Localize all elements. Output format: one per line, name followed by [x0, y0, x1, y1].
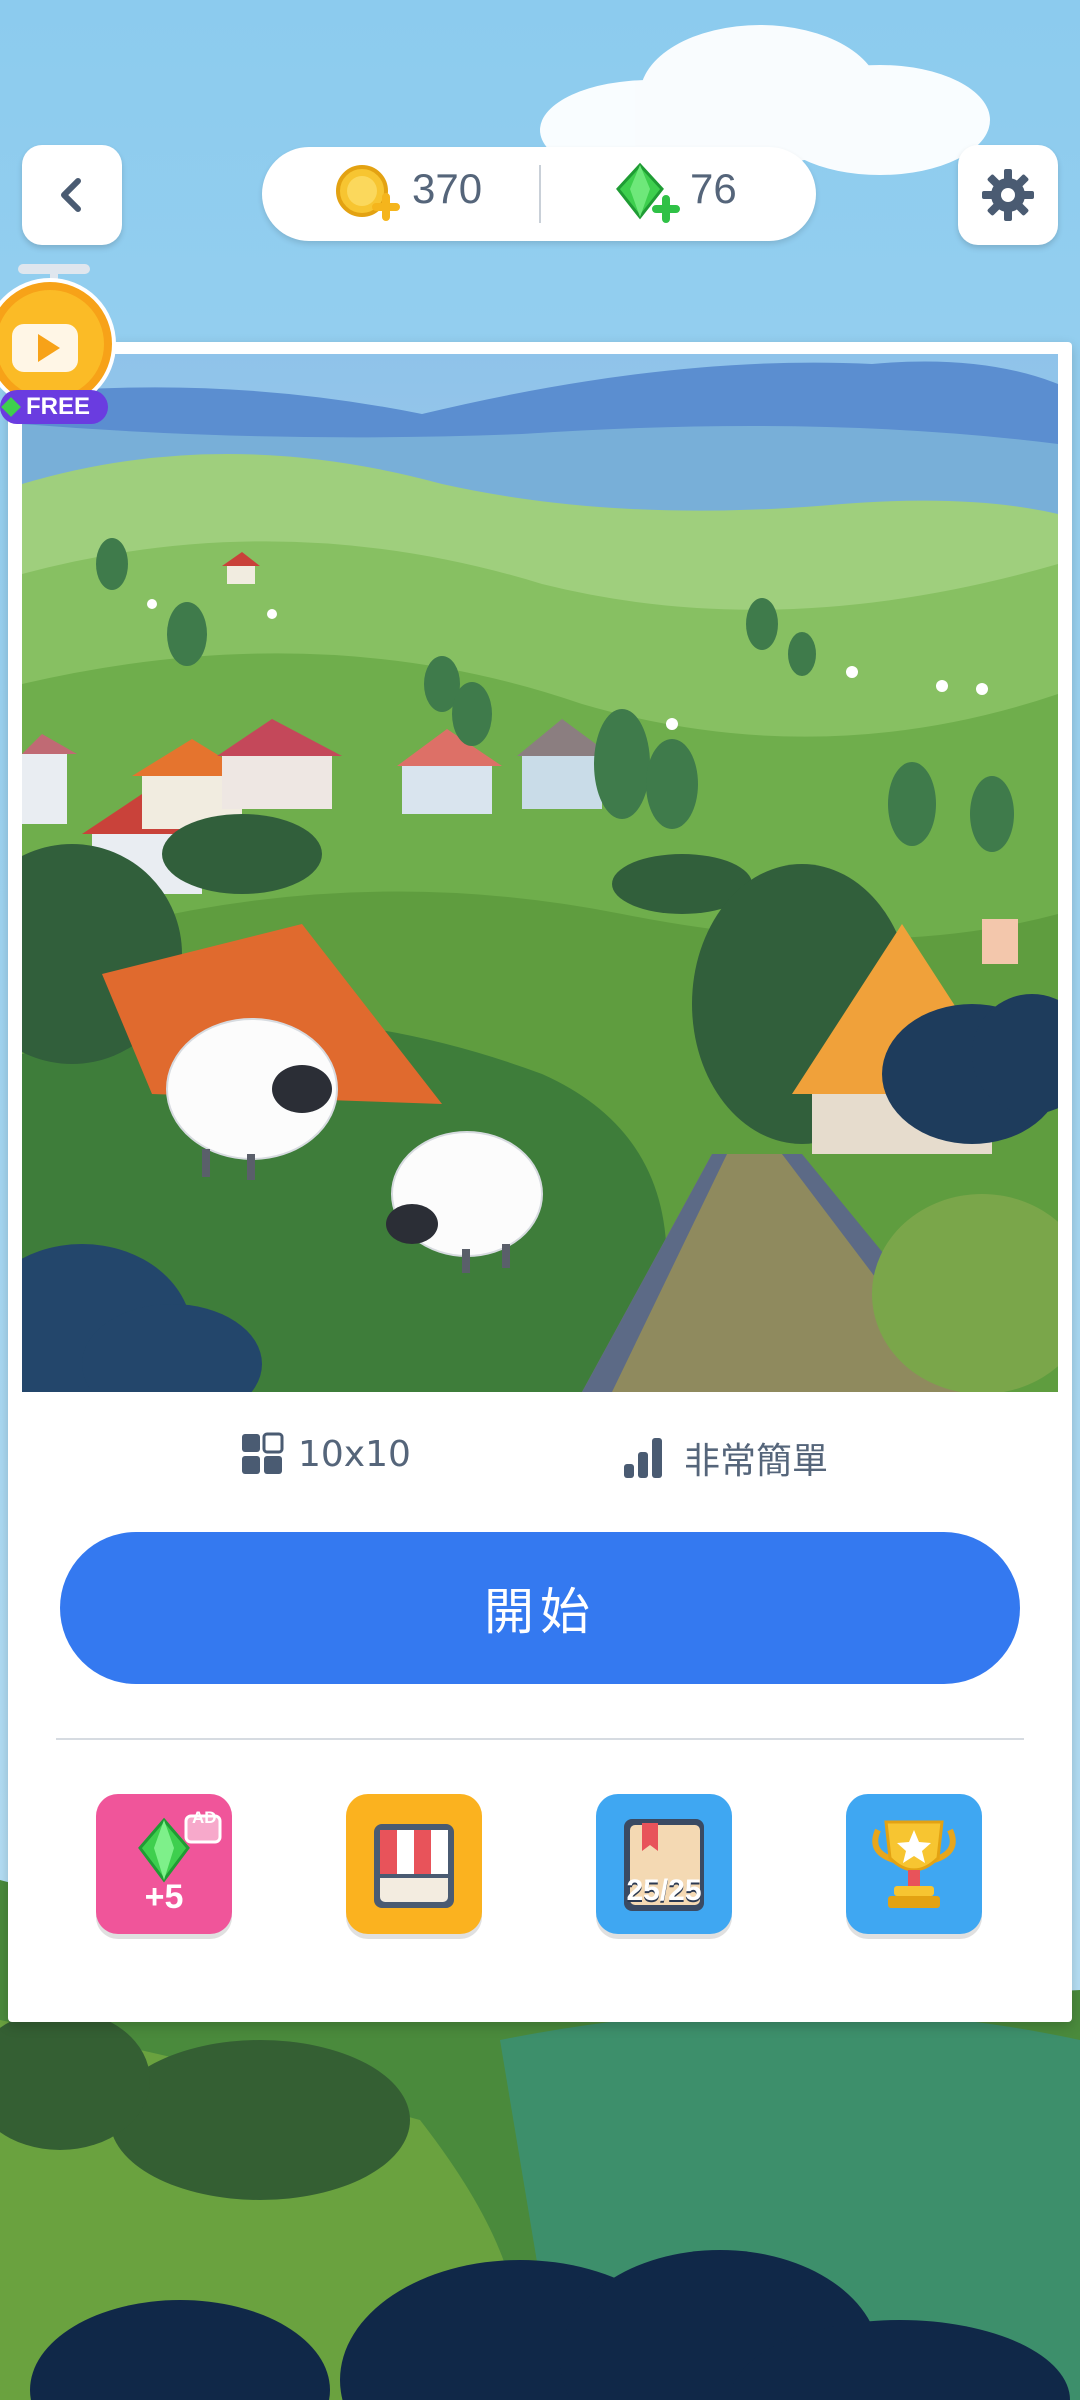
grid-size-label: 10x10 [298, 1433, 411, 1475]
trophy-icon [872, 1820, 956, 1908]
chevron-left-icon [61, 178, 81, 212]
back-button[interactable] [22, 145, 122, 245]
puzzle-preview-image[interactable] [22, 354, 1058, 1392]
shop-awning-icon [374, 1824, 454, 1908]
signal-bars-icon [624, 1438, 662, 1478]
ad-gems-button[interactable]: AD +5 [96, 1794, 232, 1934]
free-label: FREE [26, 393, 91, 420]
gold-coin-plus-icon [336, 165, 400, 221]
currency-bar: 370 76 [262, 147, 816, 241]
free-badge: FREE [0, 390, 108, 424]
coin-count: 370 [412, 165, 483, 212]
section-divider [56, 1738, 1024, 1740]
grid-icon [242, 1432, 284, 1474]
collection-button[interactable]: 25/25 [596, 1794, 732, 1934]
collection-count: 25/25 [626, 1874, 702, 1907]
free-reward-button[interactable]: FREE [0, 262, 120, 432]
start-button[interactable]: 開始 [60, 1532, 1020, 1684]
gear-icon [982, 169, 1034, 221]
puzzle-card: 10x10 非常簡單 開始 AD +5 25/25 [8, 342, 1072, 2022]
achievements-button[interactable] [846, 1794, 982, 1934]
grid-size-info: 10x10 [240, 1432, 411, 1476]
gem-icon [1, 397, 21, 417]
green-gem-plus-icon [616, 162, 680, 223]
gem-add-button[interactable] [612, 159, 682, 229]
currency-divider [539, 165, 541, 223]
start-button-label: 開始 [484, 1583, 596, 1641]
ad-gems-label: +5 [144, 1878, 184, 1916]
coin-add-button[interactable] [332, 159, 402, 229]
settings-button[interactable] [958, 145, 1058, 245]
ad-badge: AD [192, 1808, 217, 1827]
difficulty-label: 非常簡單 [684, 1441, 829, 1482]
shop-button[interactable] [346, 1794, 482, 1934]
gem-count: 76 [690, 165, 737, 212]
difficulty-info: 非常簡單 [622, 1432, 828, 1484]
